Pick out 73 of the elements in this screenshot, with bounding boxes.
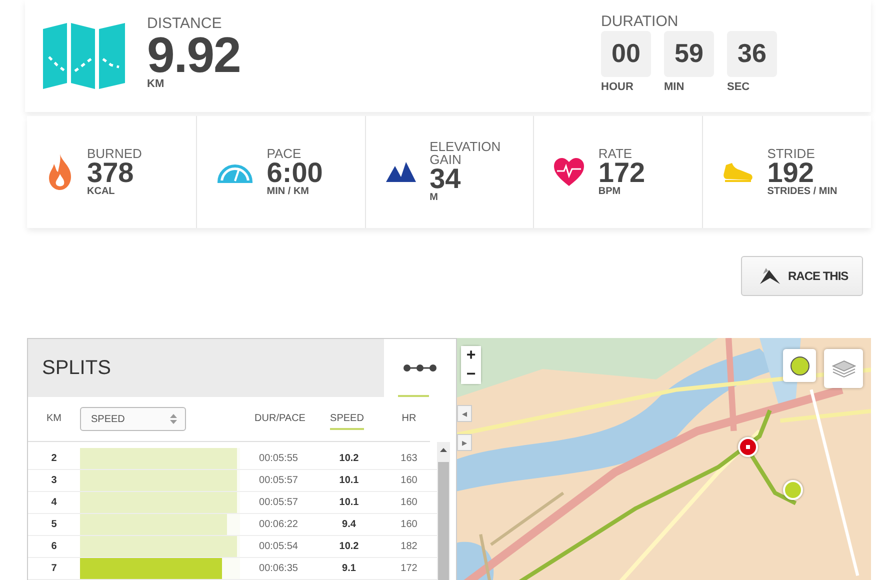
stat-label: RATE	[598, 146, 634, 160]
pan-right-button[interactable]: ▸	[457, 434, 472, 451]
duration-value: 59	[664, 30, 714, 76]
distance-value: 9.92	[147, 32, 242, 78]
duration-label: DURATION	[601, 14, 680, 30]
layers-button[interactable]	[824, 349, 863, 388]
marker-toggle-button[interactable]	[783, 349, 816, 382]
race-button[interactable]: RACE THIS	[741, 256, 863, 296]
hr-cell-text: 182	[400, 541, 418, 552]
pace-cell-text: 00:05:57	[258, 475, 299, 486]
pace-cell-text: 00:06:22	[258, 519, 299, 530]
mountain-peak-icon	[760, 268, 780, 284]
speed-cell-text: 10.2	[338, 541, 360, 552]
duration-value: 36	[727, 30, 777, 76]
pace-cell-text: 00:06:35	[258, 563, 299, 574]
distance-label: DISTANCE	[147, 16, 223, 32]
column-header[interactable]: SPEED	[330, 408, 364, 430]
scrollbar[interactable]	[437, 442, 450, 580]
speed-cell-text: 10.2	[338, 453, 360, 464]
stat-value: 192	[767, 160, 814, 186]
stat-value: 34	[430, 166, 462, 192]
km-cell-text: 5	[50, 519, 58, 530]
column-header: DUR/PACE	[254, 412, 306, 426]
hr-cell-text: 160	[400, 497, 418, 508]
dot-icon	[790, 356, 810, 376]
duration-unit: HOUR	[601, 80, 634, 92]
sort-arrows-icon	[170, 414, 177, 424]
stat-label: BURNED	[87, 146, 143, 160]
layers-icon	[832, 358, 856, 378]
flame-icon	[47, 154, 73, 190]
km-cell-text: 2	[50, 453, 58, 464]
column-header: KM	[46, 412, 62, 426]
speed-cell-text: 10.1	[338, 475, 360, 486]
duration-unit: MIN	[664, 80, 686, 92]
hr-cell-text: 172	[400, 563, 418, 574]
stat-unit: KCAL	[87, 186, 116, 198]
stat-unit: STRIDES / MIN	[767, 186, 838, 198]
stat-value: 378	[87, 160, 134, 186]
pace-cell-text: 00:05:54	[258, 541, 299, 552]
zoom-in-button[interactable]: +	[461, 346, 481, 365]
shoe-icon	[723, 161, 754, 183]
dots-line-icon	[403, 364, 437, 372]
heart-pulse-icon	[554, 158, 584, 186]
pan-left-button[interactable]: ◂	[457, 405, 472, 422]
stat-label: STRIDE	[767, 146, 816, 160]
hr-cell-text: 160	[400, 519, 418, 530]
duration-value: 00	[601, 30, 651, 76]
hr-cell-text: 160	[400, 475, 418, 486]
km-cell-text: 7	[50, 563, 58, 574]
zoom-out-button[interactable]: −	[461, 365, 481, 384]
pace-cell-text: 00:05:57	[258, 497, 299, 508]
stat-unit: BPM	[598, 186, 622, 198]
stat-label: ELEVATION GAIN	[430, 140, 502, 166]
stat-value: 6:00	[266, 160, 324, 186]
km-cell-text: 3	[50, 475, 58, 486]
stat-value: 172	[598, 160, 646, 186]
speed-cell-text: 9.4	[341, 519, 357, 530]
duration-unit: SEC	[727, 80, 751, 92]
splits-title: SPLITS	[42, 356, 111, 380]
metric-select[interactable]: SPEED	[80, 407, 186, 431]
stat-unit: M	[430, 192, 439, 204]
column-header: HR	[402, 412, 416, 426]
pace-cell-text: 00:05:55	[258, 453, 299, 464]
speed-cell-text: 9.1	[341, 563, 357, 574]
stat-unit: MIN / KM	[266, 186, 310, 198]
speed-cell-text: 10.1	[338, 497, 360, 508]
km-cell-text: 6	[50, 541, 58, 552]
distance-unit: KM	[147, 78, 166, 90]
hr-cell-text: 163	[400, 453, 418, 464]
stat-label: PACE	[266, 146, 302, 160]
mountains-icon	[386, 162, 416, 182]
km-cell-text: 4	[50, 497, 58, 508]
map-icon	[43, 23, 125, 89]
